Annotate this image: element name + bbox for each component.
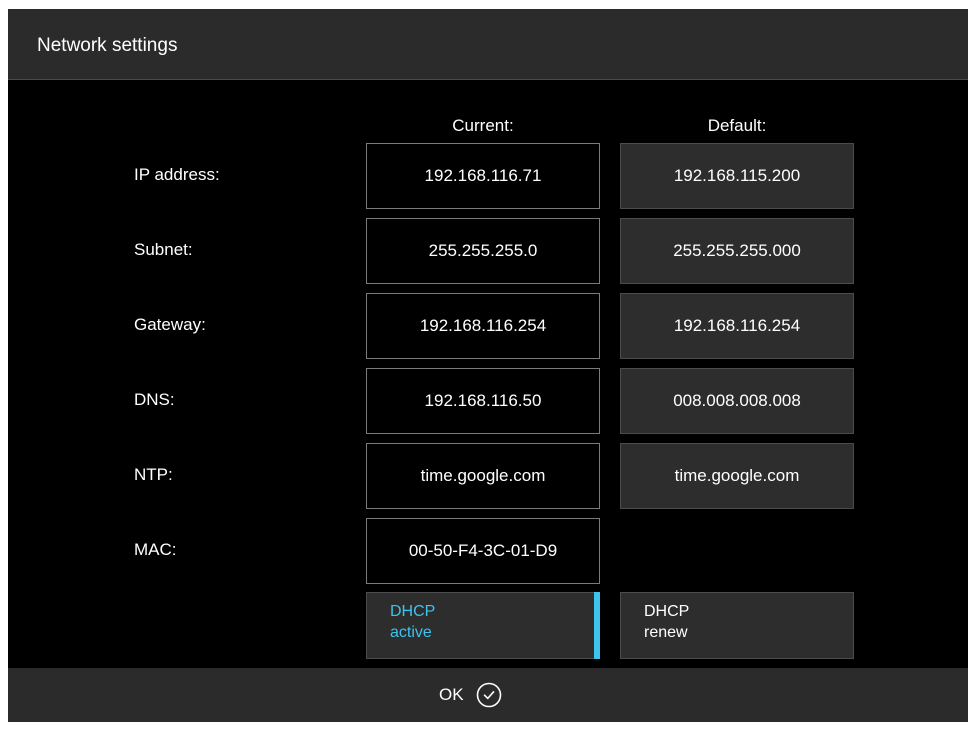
gateway-current-field[interactable]: 192.168.116.254 xyxy=(366,293,600,359)
dns-current-field[interactable]: 192.168.116.50 xyxy=(366,368,600,434)
footer-bar: OK xyxy=(8,668,968,722)
current-column-header: Current: xyxy=(452,116,514,135)
ntp-default-field[interactable]: time.google.com xyxy=(620,443,854,509)
check-circle-icon xyxy=(476,682,502,708)
title-bar: Network settings xyxy=(8,9,968,80)
mac-current-field: 00-50-F4-3C-01-D9 xyxy=(366,518,600,584)
dhcp-renew-line2: renew xyxy=(644,624,688,641)
ip-address-current-field[interactable]: 192.168.116.71 xyxy=(366,143,600,209)
dhcp-active-line1: DHCP xyxy=(390,603,436,620)
ip-address-label: IP address: xyxy=(134,165,220,184)
dhcp-active-line2: active xyxy=(390,624,432,641)
dhcp-renew-button[interactable]: DHCP renew xyxy=(620,592,854,659)
dns-default-field[interactable]: 008.008.008.008 xyxy=(620,368,854,434)
dhcp-active-button[interactable]: DHCP active xyxy=(366,592,600,659)
mac-label: MAC: xyxy=(134,540,177,559)
gateway-default-field[interactable]: 192.168.116.254 xyxy=(620,293,854,359)
network-settings-screen: Network settings Current: Default: IP ad… xyxy=(8,9,968,722)
ntp-label: NTP: xyxy=(134,465,173,484)
ntp-current-field[interactable]: time.google.com xyxy=(366,443,600,509)
dhcp-renew-line1: DHCP xyxy=(644,603,690,620)
default-column-header: Default: xyxy=(707,116,767,135)
active-indicator-bar xyxy=(594,592,600,659)
ip-address-default-field[interactable]: 192.168.115.200 xyxy=(620,143,854,209)
subnet-default-field[interactable]: 255.255.255.000 xyxy=(620,218,854,284)
dns-label: DNS: xyxy=(134,390,175,409)
ok-label: OK xyxy=(439,685,464,704)
gateway-label: Gateway: xyxy=(134,315,206,334)
subnet-current-field[interactable]: 255.255.255.0 xyxy=(366,218,600,284)
ok-button[interactable]: OK xyxy=(439,677,502,713)
page-title: Network settings xyxy=(37,35,178,56)
subnet-label: Subnet: xyxy=(134,240,193,259)
